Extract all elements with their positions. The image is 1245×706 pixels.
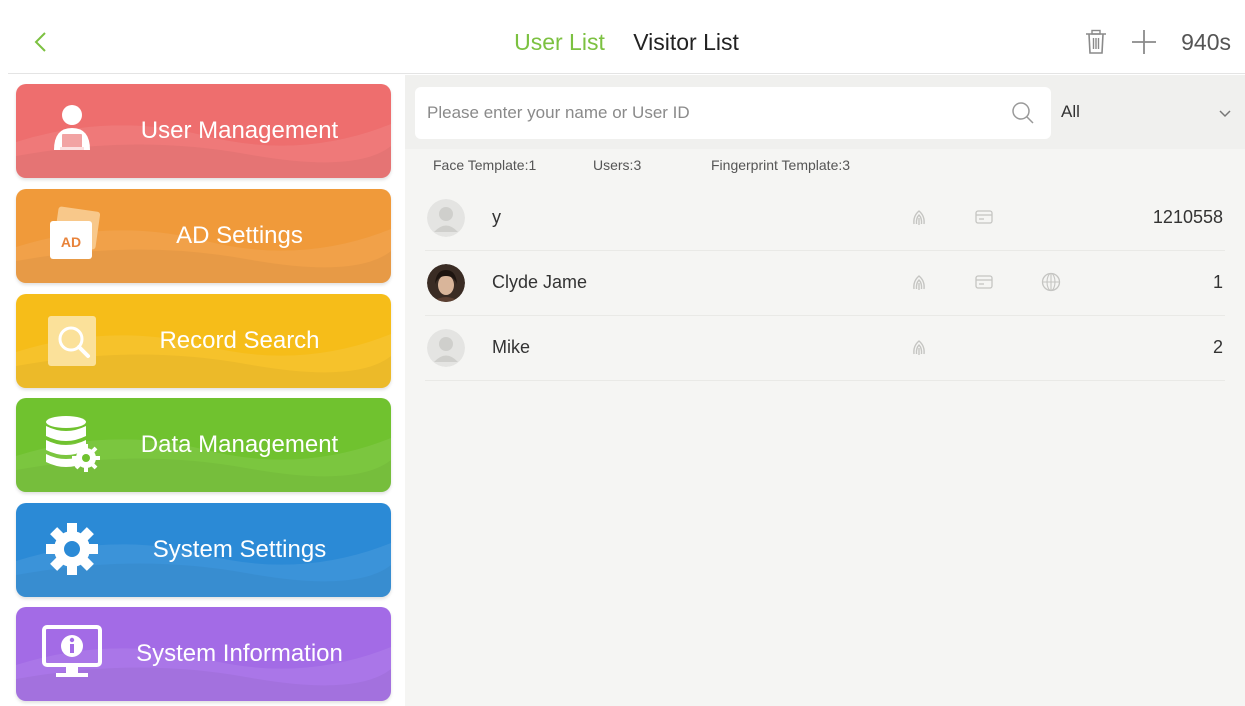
- user-name: y: [492, 207, 501, 227]
- default-avatar-icon: [427, 329, 465, 367]
- user-list: y 1210558 Clyde Jame 1 Mike 2: [425, 186, 1225, 381]
- list-tabs: User List Visitor List: [8, 28, 1245, 56]
- template-stats: Face Template:1 Users:3 Fingerprint Templa…: [433, 157, 850, 173]
- search-icon[interactable]: [1011, 101, 1035, 125]
- menu-system-settings[interactable]: System Settings: [16, 503, 391, 597]
- user-list-panel: All Face Template:1 Users:3 Fingerprint Te…: [405, 75, 1245, 706]
- user-icon: [54, 105, 90, 150]
- fingerprint-template-count: Fingerprint Template:3: [711, 157, 851, 173]
- menu-label: System Settings: [152, 536, 327, 563]
- search-input[interactable]: [427, 87, 1007, 139]
- user-id: 1: [1212, 272, 1223, 292]
- user-count: Users:3: [593, 157, 642, 173]
- face-icon: [1041, 272, 1061, 292]
- menu-label: User Management: [140, 117, 339, 144]
- ad-icon: AD: [50, 206, 101, 259]
- session-timer: 940s: [1181, 28, 1231, 55]
- user-photo-avatar: [427, 264, 465, 302]
- user-row[interactable]: Mike 2: [425, 316, 1225, 381]
- menu-record-search[interactable]: Record Search: [16, 294, 391, 388]
- card-icon: [975, 275, 993, 289]
- monitor-info-icon: [42, 625, 102, 677]
- menu-label: AD Settings: [176, 222, 303, 249]
- search-box: [415, 87, 1051, 139]
- user-id: 1210558: [1152, 207, 1223, 227]
- menu-data-management[interactable]: Data Management: [16, 398, 391, 492]
- ad-icon-text: AD: [61, 234, 81, 250]
- record-search-icon: [48, 316, 96, 366]
- fingerprint-icon: [913, 210, 925, 225]
- gear-icon: [46, 523, 98, 575]
- user-name: Mike: [492, 337, 531, 357]
- menu-user-management[interactable]: User Management: [16, 84, 391, 178]
- tab-user-list[interactable]: User List: [514, 28, 605, 56]
- user-row[interactable]: Clyde Jame 1: [425, 251, 1225, 316]
- database-icon: [46, 416, 100, 472]
- filter-dropdown[interactable]: All: [1059, 87, 1235, 139]
- menu-label: Data Management: [140, 431, 339, 458]
- fingerprint-icon: [913, 340, 925, 355]
- top-bar: User List Visitor List 940s: [8, 10, 1245, 74]
- header-actions: 940s: [1063, 26, 1231, 58]
- menu-system-information[interactable]: System Information: [16, 607, 391, 701]
- trash-icon[interactable]: [1081, 27, 1111, 57]
- tab-visitor-list[interactable]: Visitor List: [633, 28, 739, 56]
- default-avatar-icon: [427, 199, 465, 237]
- face-template-count: Face Template:1: [433, 157, 537, 173]
- card-icon: [975, 210, 993, 224]
- menu-label: System Information: [136, 640, 343, 667]
- menu-ad-settings[interactable]: AD AD Settings: [16, 189, 391, 283]
- user-id: 2: [1212, 337, 1223, 357]
- user-name: Clyde Jame: [492, 272, 588, 292]
- main-menu: User Management AD AD Settings Record Se…: [0, 75, 405, 706]
- menu-label: Record Search: [159, 327, 320, 354]
- chevron-down-icon: [1219, 110, 1231, 118]
- search-bar: All: [405, 75, 1245, 149]
- filter-value: All: [1061, 102, 1080, 121]
- user-row[interactable]: y 1210558: [425, 186, 1225, 251]
- fingerprint-icon: [913, 275, 925, 290]
- plus-icon[interactable]: [1129, 27, 1159, 57]
